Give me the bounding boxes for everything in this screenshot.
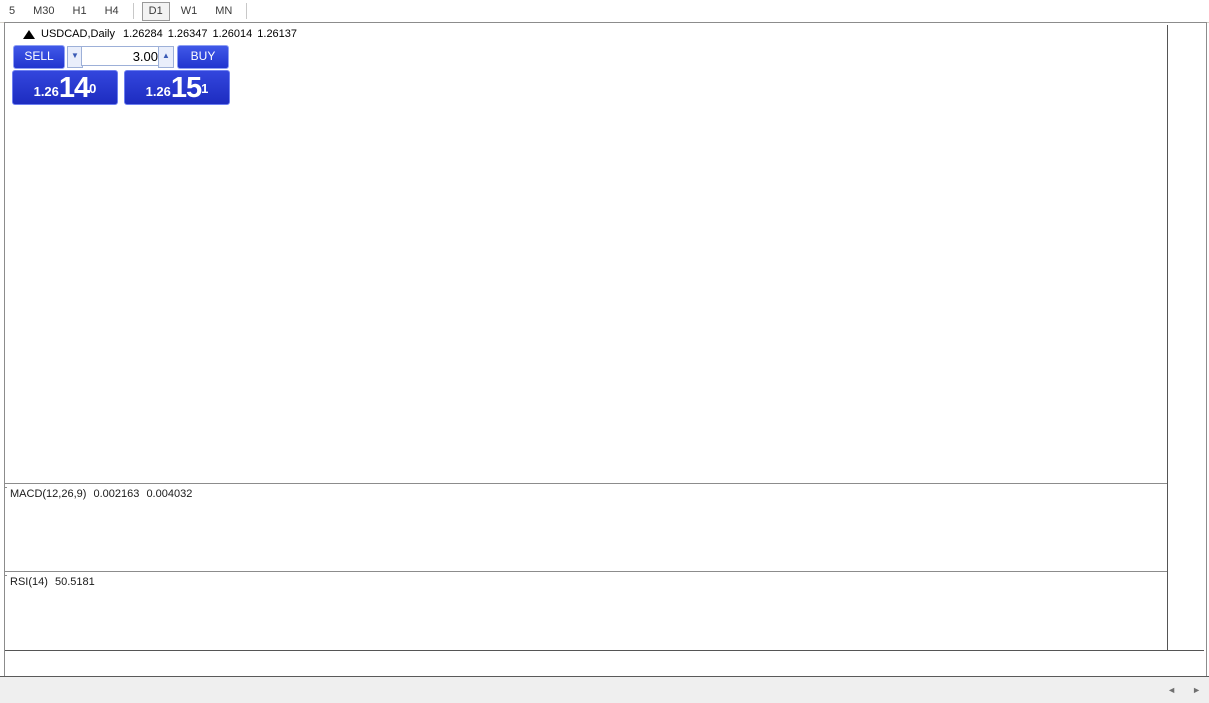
timeframe-button-D1[interactable]: D1: [142, 2, 170, 21]
chart-tab-bar: ◄ ►: [0, 676, 1209, 703]
timeframe-toolbar: 5M30 H1H4 D1W1MN: [0, 0, 1209, 23]
volume-input[interactable]: [81, 46, 163, 66]
price-axis[interactable]: [1167, 25, 1205, 650]
timeframe-button-5[interactable]: 5: [2, 2, 22, 21]
sell-price-base: 1.26: [34, 81, 59, 103]
sell-price-button[interactable]: 1.26140: [12, 70, 118, 105]
chart-window: USDCAD,Daily 1.26284 1.26347 1.26014 1.2…: [4, 22, 1207, 678]
rsi-pane[interactable]: [7, 574, 1167, 650]
macd-label: MACD(12,26,9) 0.002163 0.004032: [10, 488, 196, 500]
sell-price-point: 0: [89, 71, 96, 107]
ohlc-open: 1.26284: [123, 28, 163, 40]
one-click-trading-panel: SELL ▼ ▲ BUY 1.26140 1.26151: [11, 43, 229, 103]
tab-scroll-left-icon[interactable]: ◄: [1167, 685, 1176, 695]
chart-symbol-period: USDCAD,Daily: [41, 28, 115, 40]
ohlc-close: 1.26137: [257, 28, 297, 40]
chart-title: USDCAD,Daily 1.26284 1.26347 1.26014 1.2…: [23, 27, 302, 41]
rsi-name: RSI(14): [10, 576, 48, 588]
macd-main-value: 0.002163: [93, 488, 139, 500]
macd-signal-value: 0.004032: [146, 488, 192, 500]
timeframe-button-MN[interactable]: MN: [208, 2, 239, 21]
timeframe-button-H1[interactable]: H1: [66, 2, 94, 21]
timeframe-button-M30[interactable]: M30: [26, 2, 61, 21]
buy-price-base: 1.26: [146, 81, 171, 103]
tab-scroll-right-icon[interactable]: ►: [1192, 685, 1201, 695]
ohlc-high: 1.26347: [168, 28, 208, 40]
toolbar-separator: [133, 3, 135, 19]
tab-scroll-buttons: ◄ ►: [1167, 685, 1201, 695]
buy-button[interactable]: BUY: [177, 45, 229, 69]
toolbar-separator: [246, 3, 248, 19]
timeframe-button-W1[interactable]: W1: [174, 2, 205, 21]
macd-name: MACD(12,26,9): [10, 488, 86, 500]
rsi-value: 50.5181: [55, 576, 95, 588]
rsi-chart: [7, 574, 1167, 650]
time-axis[interactable]: [5, 651, 1204, 675]
buy-price-point: 1: [201, 71, 208, 107]
sell-button[interactable]: SELL: [13, 45, 65, 69]
sell-price-pips: 14: [59, 74, 89, 103]
rsi-label: RSI(14) 50.5181: [10, 576, 99, 588]
timeframe-button-H4[interactable]: H4: [98, 2, 126, 21]
ohlc-low: 1.26014: [213, 28, 253, 40]
one-click-trading-toggle-icon[interactable]: [23, 30, 35, 39]
buy-price-button[interactable]: 1.26151: [124, 70, 230, 105]
volume-increase-button[interactable]: ▲: [158, 46, 174, 68]
buy-price-pips: 15: [171, 74, 201, 103]
